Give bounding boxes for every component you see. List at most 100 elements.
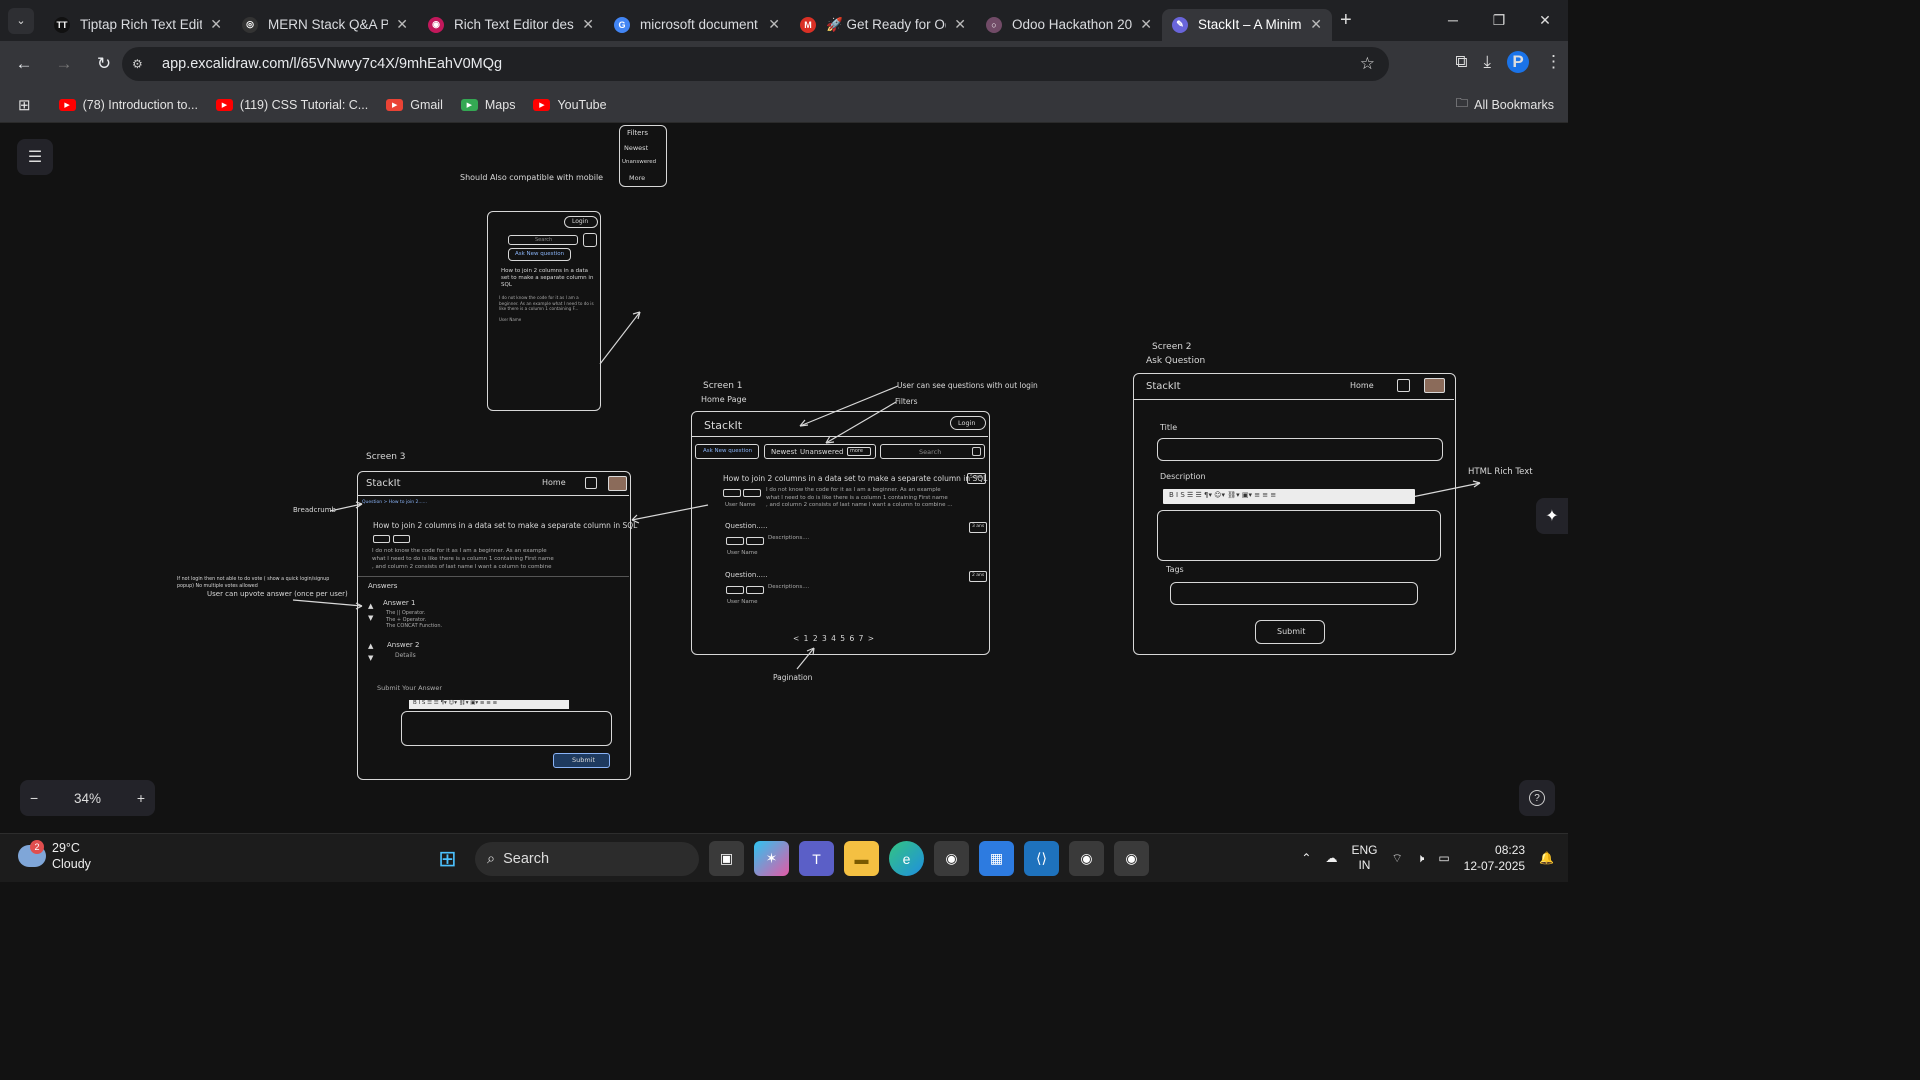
q2-title[interactable]: Question.....	[725, 522, 767, 530]
tag-chip[interactable]	[723, 489, 741, 497]
battery-icon[interactable]: ▭	[1438, 851, 1449, 865]
submit-answer-button[interactable]: Submit	[553, 753, 610, 768]
tab-close-icon[interactable]: ✕	[396, 16, 408, 33]
tag-chip[interactable]	[746, 586, 764, 594]
onedrive-icon[interactable]: ☁	[1325, 851, 1337, 865]
tab-close-icon[interactable]: ✕	[210, 16, 222, 33]
downvote-icon[interactable]: ▼	[368, 614, 373, 622]
bookmark-item[interactable]: ▶ YouTube	[533, 98, 607, 112]
menu-item-newest[interactable]: Newest	[624, 144, 648, 152]
q3-title[interactable]: Question.....	[725, 571, 767, 579]
screen1-ask-button[interactable]: Ask New question	[695, 444, 759, 459]
tab-close-icon[interactable]: ✕	[582, 16, 594, 33]
browser-tab[interactable]: ○ Odoo Hackathon 202 ✕	[976, 9, 1162, 41]
copilot-icon[interactable]: ✶	[754, 841, 789, 876]
forward-icon[interactable]: →	[46, 54, 82, 74]
back-icon[interactable]: ←	[6, 54, 42, 74]
minimize-button[interactable]: ─	[1430, 0, 1476, 40]
new-tab-button[interactable]: +	[1340, 9, 1352, 32]
avatar[interactable]	[608, 476, 627, 491]
description-editor[interactable]	[1157, 510, 1441, 561]
close-window-button[interactable]: ✕	[1522, 0, 1568, 40]
screen1-filter-bar[interactable]: Newest Unanswered more	[764, 444, 876, 459]
menu-item-more[interactable]: More	[629, 174, 645, 182]
bookmark-star-icon[interactable]: ☆	[1360, 54, 1375, 74]
reload-icon[interactable]: ↻	[86, 54, 122, 74]
search-icon[interactable]	[972, 447, 981, 456]
toolbar-glyphs[interactable]: B I S ☰ ☰ ¶▾ ☺▾ ⛓▾ ▣▾ ≡ ≡ ≡	[1169, 491, 1276, 499]
chevron-up-icon[interactable]: ⌃	[1301, 851, 1311, 865]
windows-start-icon[interactable]: ⊞	[430, 841, 465, 876]
browser-tab[interactable]: ◎ MERN Stack Q&A Pla ✕	[232, 9, 418, 41]
browser-tab[interactable]: Gmicrosoft document ✕	[604, 9, 790, 41]
mobile-ask-button[interactable]: Ask New question	[508, 248, 571, 261]
screen3-home-link[interactable]: Home	[542, 478, 566, 487]
tab-close-icon[interactable]: ✕	[768, 16, 780, 33]
bookmark-item[interactable]: ▶ Maps	[460, 98, 515, 112]
tag-chip[interactable]	[743, 489, 761, 497]
chrome-profile-p-icon[interactable]: ◉	[1114, 841, 1149, 876]
screen1-login-button[interactable]: Login	[950, 416, 986, 430]
answer-editor[interactable]	[401, 711, 612, 746]
downvote-icon[interactable]: ▼	[368, 654, 373, 662]
file-explorer-icon[interactable]: ▬	[844, 841, 879, 876]
address-bar[interactable]: ⚙ app.excalidraw.com/l/65VNwvy7c4X/9mhEa…	[122, 47, 1389, 81]
filter-unanswered[interactable]: Unanswered	[800, 448, 843, 456]
tab-search-button[interactable]: ⌄	[8, 7, 34, 34]
bookmark-item[interactable]: ▶ (119) CSS Tutorial: C...	[215, 98, 368, 112]
vscode-icon[interactable]: ⟨⟩	[1024, 841, 1059, 876]
menu-item-filters[interactable]: Filters	[627, 129, 648, 137]
pagination[interactable]: < 1 2 3 4 5 6 7 >	[793, 634, 875, 643]
store-icon[interactable]: ▦	[979, 841, 1014, 876]
mobile-login-button[interactable]: Login	[564, 216, 598, 228]
chrome-profile-a-icon[interactable]: ◉	[1069, 841, 1104, 876]
rich-text-toolbar[interactable]: B I S ☰ ☰ ¶▾ ☺▾ ⛓▾ ▣▾ ≡ ≡ ≡	[1163, 489, 1415, 504]
wifi-icon[interactable]: ⌔	[1391, 851, 1402, 866]
avatar[interactable]	[1424, 378, 1445, 393]
zoom-in-button[interactable]: +	[137, 790, 145, 806]
title-input[interactable]	[1157, 438, 1443, 461]
mobile-question-title[interactable]: How to join 2 columns in a data set to m…	[501, 268, 595, 289]
chrome-icon[interactable]: ◉	[934, 841, 969, 876]
tab-close-icon[interactable]: ✕	[1140, 16, 1152, 33]
tab-close-icon[interactable]: ✕	[954, 16, 966, 33]
mobile-menu-icon[interactable]	[583, 233, 597, 247]
bell-icon[interactable]	[1397, 379, 1410, 392]
restore-button[interactable]: ❐	[1476, 0, 1522, 40]
filter-more[interactable]: more	[847, 447, 871, 456]
screen1-search-input[interactable]: Search	[880, 444, 985, 459]
zoom-out-button[interactable]: −	[30, 790, 38, 806]
browser-tab[interactable]: ◉ Rich Text Editor desig ✕	[418, 9, 604, 41]
tags-input[interactable]	[1170, 582, 1418, 605]
clock[interactable]: 08:23 12-07-2025	[1464, 842, 1525, 874]
teams-icon[interactable]: T	[799, 841, 834, 876]
menu-kebab-icon[interactable]: ⋮	[1545, 52, 1562, 72]
tag-chip[interactable]	[726, 537, 744, 545]
q1-title[interactable]: How to join 2 columns in a data set to m…	[723, 474, 987, 483]
site-info-icon[interactable]: ⚙	[132, 57, 152, 71]
notification-icon[interactable]: 🔔	[1539, 851, 1554, 865]
edge-icon[interactable]: e	[889, 841, 924, 876]
upvote-icon[interactable]: ▲	[368, 642, 373, 650]
browser-tab[interactable]: ✎ StackIt – A Minimal C ✕	[1162, 8, 1332, 41]
taskbar-search[interactable]: ⌕ Search	[475, 841, 699, 876]
upvote-icon[interactable]: ▲	[368, 602, 373, 610]
weather-widget[interactable]: 2 29°C Cloudy	[18, 840, 91, 872]
toolbar-glyphs[interactable]: B I S ☰ ☰ ¶▾ ☺▾ ⛓▾ ▣▾ ≡ ≡ ≡	[413, 700, 497, 706]
screen2-home-link[interactable]: Home	[1350, 381, 1374, 390]
bell-icon[interactable]	[585, 477, 597, 489]
bookmark-item[interactable]: ▶ (78) Introduction to...	[58, 98, 198, 112]
browser-tab[interactable]: TT Tiptap Rich Text Edito ✕	[44, 9, 232, 41]
mobile-search-input[interactable]: Search	[508, 235, 578, 245]
filter-newest[interactable]: Newest	[771, 448, 797, 456]
submit-button[interactable]: Submit	[1255, 620, 1325, 644]
answer-editor-toolbar[interactable]: B I S ☰ ☰ ¶▾ ☺▾ ⛓▾ ▣▾ ≡ ≡ ≡	[409, 700, 569, 709]
task-view-icon[interactable]: ▣	[709, 841, 744, 876]
tag-chip[interactable]	[373, 535, 390, 543]
language-indicator[interactable]: ENG IN	[1351, 843, 1377, 873]
zoom-level[interactable]: 34%	[74, 791, 101, 806]
apps-grid-icon[interactable]: ⊞	[18, 96, 31, 114]
profile-avatar[interactable]: P	[1507, 51, 1529, 73]
all-bookmarks[interactable]: 🗀 All Bookmarks	[1456, 94, 1554, 115]
tag-chip[interactable]	[746, 537, 764, 545]
